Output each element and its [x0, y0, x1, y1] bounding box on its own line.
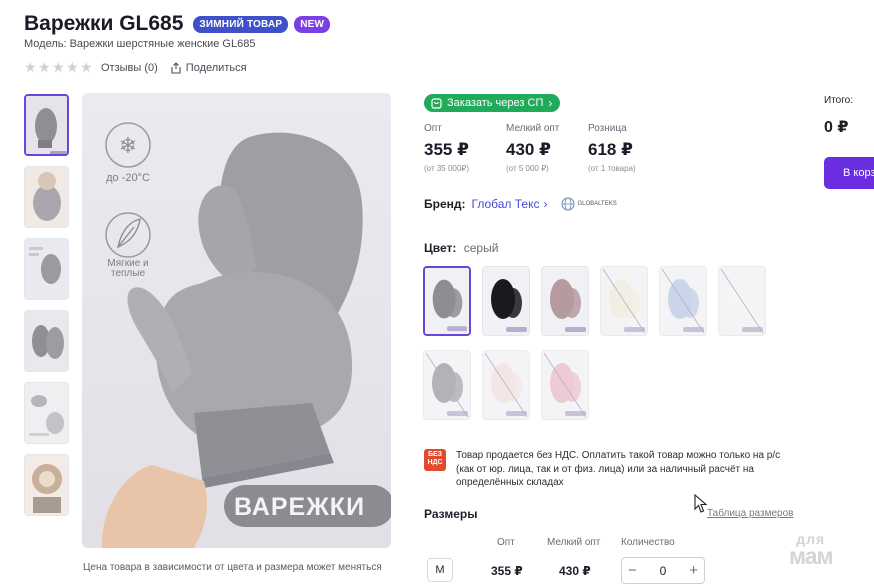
color-swatch[interactable] [423, 350, 471, 420]
total-label: Итого: [824, 95, 853, 106]
thumbnail[interactable] [24, 382, 69, 444]
star-icon: ★ [66, 59, 79, 75]
thumbnail[interactable] [24, 166, 69, 228]
quantity-value[interactable]: 0 [660, 564, 667, 578]
price-label: Розница [588, 123, 627, 134]
size-table-link[interactable]: Таблица размеров [707, 508, 793, 519]
color-swatch[interactable] [600, 266, 648, 336]
minus-icon[interactable]: − [628, 562, 637, 579]
order-sp-label: Заказать через СП [447, 97, 544, 109]
thumbnail[interactable] [24, 238, 69, 300]
chevron-right-icon: › [543, 197, 548, 211]
star-icon: ★ [24, 59, 37, 75]
price-tiers: Опт 355 ₽ (от 35 000₽) Мелкий опт 430 ₽ … [424, 123, 670, 173]
color-swatch[interactable] [541, 266, 589, 336]
price-note: (от 1 товара) [588, 164, 636, 173]
brand-logo[interactable]: GLOBALTEKS [561, 197, 617, 211]
color-swatch[interactable] [718, 266, 766, 336]
photo-banner-label: ВАРЕЖКИ [234, 493, 366, 521]
header-small-opt: Мелкий опт [547, 537, 601, 548]
star-icon: ★ [52, 59, 65, 75]
share-label: Поделиться [185, 61, 247, 74]
add-to-cart-label: В корз [843, 167, 874, 179]
product-model: Модель: Варежки шерстяные женские GL685 [24, 38, 256, 50]
new-badge: NEW [294, 15, 331, 33]
thumbnail[interactable] [24, 454, 69, 516]
size-price-small-opt: 430 ₽ [559, 564, 591, 578]
no-vat-icon: БЕЗ НДС [424, 449, 446, 471]
vat-notice: БЕЗ НДС Товар продается без НДС. Оплатит… [424, 449, 784, 490]
color-label: Цвет: [424, 241, 457, 255]
rating-stars: ★ ★ ★ ★ ★ [24, 59, 93, 75]
thumbnail[interactable] [24, 94, 69, 156]
price-label: Опт [424, 123, 442, 134]
color-value: серый [463, 241, 499, 255]
photo-soft-label: Мягкие и теплые [107, 258, 149, 279]
header-quantity: Количество [621, 537, 675, 548]
main-product-photo[interactable]: ❄ до -20°С Мягкие и теплые ВАРЕЖКИ [82, 93, 391, 548]
price-value: 618 ₽ [588, 140, 633, 159]
brand-link[interactable]: Глобал Текс [472, 197, 540, 211]
price-label: Мелкий опт [506, 123, 560, 134]
product-title: Варежки GL685 [24, 12, 184, 35]
color-row: Цвет: серый [424, 241, 498, 255]
price-tier-small-opt: Мелкий опт 430 ₽ (от 5 000 ₽) [506, 123, 588, 173]
mouse-cursor-icon [694, 494, 708, 513]
brand-row: Бренд: Глобал Текс › GLOBALTEKS [424, 197, 617, 211]
share-button[interactable]: Поделиться [170, 62, 247, 74]
cart-icon [431, 97, 442, 109]
plus-icon[interactable]: + [689, 562, 698, 579]
share-icon [171, 61, 181, 74]
watermark-line2: мам [789, 543, 834, 569]
brand-logo-text: GLOBALTEKS [577, 201, 617, 207]
star-icon: ★ [80, 59, 93, 75]
price-tier-retail: Розница 618 ₽ (от 1 товара) [588, 123, 670, 173]
thumbnail-list [24, 94, 71, 526]
meta-row: ★ ★ ★ ★ ★ Отзывы (0) Поделиться [24, 59, 247, 75]
color-swatch[interactable] [659, 266, 707, 336]
total-value: 0 ₽ [824, 119, 849, 136]
color-swatch[interactable] [482, 266, 530, 336]
price-value: 430 ₽ [506, 140, 551, 159]
add-to-cart-button[interactable]: В корз [824, 157, 874, 189]
price-variation-note: Цена товара в зависимости от цвета и раз… [83, 562, 382, 573]
color-swatch[interactable] [423, 266, 471, 336]
header-opt: Опт [497, 537, 515, 548]
price-tier-opt: Опт 355 ₽ (от 35 000₽) [424, 123, 506, 173]
price-note: (от 35 000₽) [424, 164, 470, 173]
reviews-link[interactable]: Отзывы (0) [101, 62, 158, 74]
price-value: 355 ₽ [424, 140, 469, 159]
title-row: Варежки GL685 ЗИМНИЙ ТОВАР NEW [24, 12, 331, 36]
color-swatch[interactable] [541, 350, 589, 420]
chevron-right-icon: › [548, 96, 553, 110]
sizes-title: Размеры [424, 507, 478, 521]
price-note: (от 5 000 ₽) [506, 164, 549, 173]
photo-temp-label: до -20°С [106, 172, 150, 184]
brand-label: Бренд: [424, 197, 466, 211]
winter-badge: ЗИМНИЙ ТОВАР [193, 15, 289, 33]
thumbnail[interactable] [24, 310, 69, 372]
svg-text:❄: ❄ [119, 134, 137, 159]
globe-icon [561, 197, 575, 211]
color-swatch[interactable] [482, 350, 530, 420]
order-sp-button[interactable]: Заказать через СП › [424, 94, 561, 112]
size-price-opt: 355 ₽ [491, 564, 523, 578]
star-icon: ★ [38, 59, 51, 75]
quantity-stepper: − 0 + [621, 557, 705, 584]
size-chip[interactable]: M [427, 558, 453, 582]
vat-text: Товар продается без НДС. Оплатить такой … [456, 450, 781, 488]
watermark-logo: для мам [789, 531, 834, 569]
